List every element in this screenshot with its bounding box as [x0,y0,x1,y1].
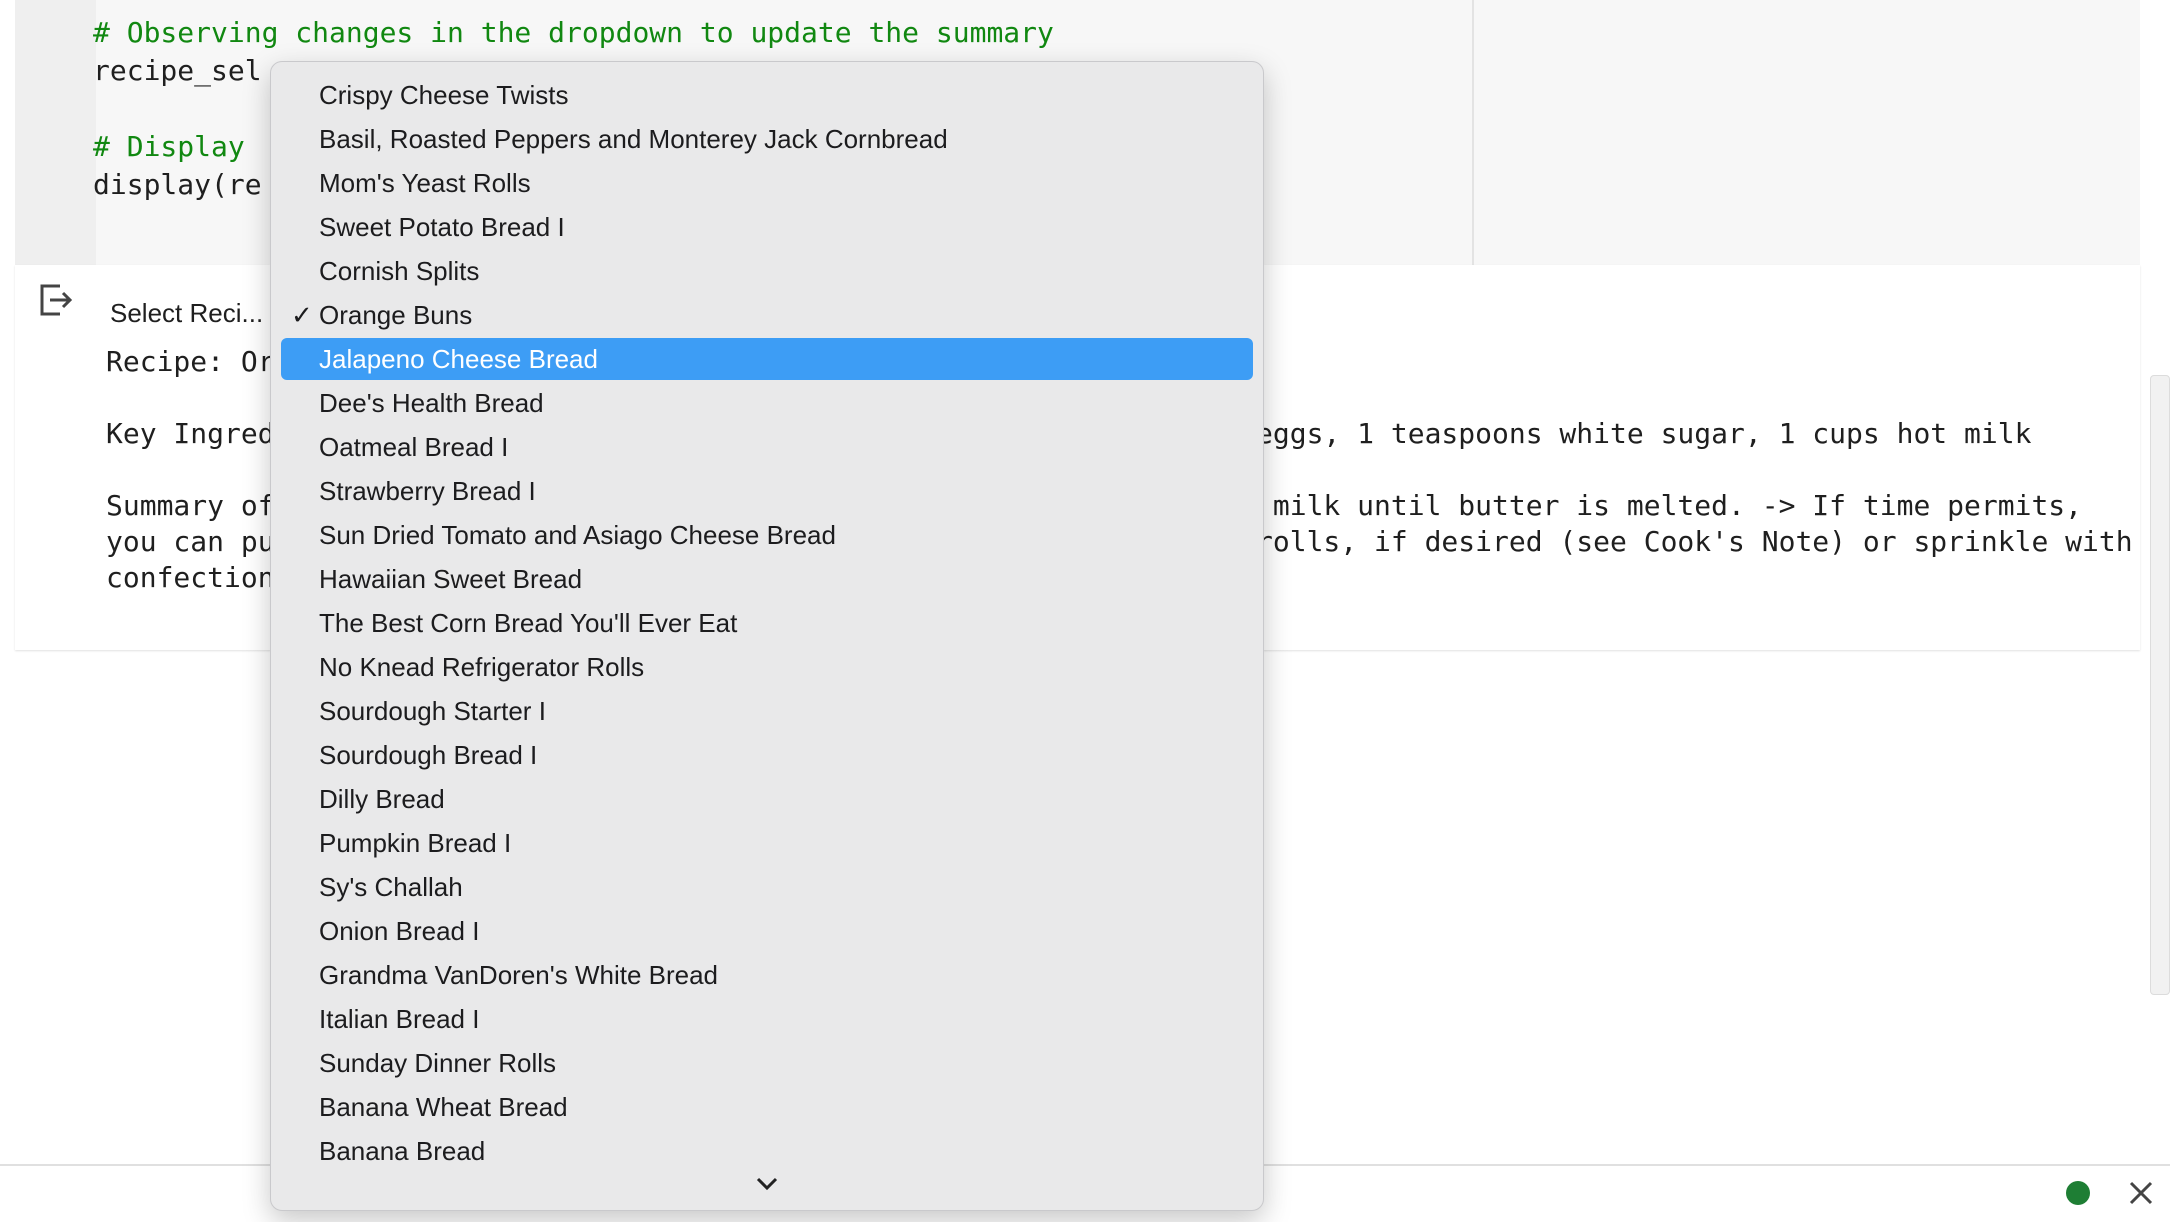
code-display-call: display( [93,168,228,201]
dropdown-option-label: Crispy Cheese Twists [319,80,569,110]
dropdown-option[interactable]: Sweet Potato Bread I [281,206,1253,248]
dropdown-option[interactable]: Banana Wheat Bread [281,1086,1253,1128]
dropdown-option[interactable]: Sunday Dinner Rolls [281,1042,1253,1084]
dropdown-option[interactable]: Italian Bread I [281,998,1253,1040]
dropdown-option-label: Dilly Bread [319,784,445,814]
dropdown-option[interactable]: ✓ Orange Buns [281,294,1253,336]
dropdown-option[interactable]: Grandma VanDoren's White Bread [281,954,1253,996]
output-summary-line3-left: confection [106,561,275,594]
dropdown-option-label: Italian Bread I [319,1004,480,1034]
dropdown-option[interactable]: Basil, Roasted Peppers and Monterey Jack… [281,118,1253,160]
status-dot [2066,1181,2090,1205]
dropdown-option-label: Banana Bread [319,1136,486,1166]
dropdown-option[interactable]: Sy's Challah [281,866,1253,908]
dropdown-option-label: Orange Buns [319,300,473,330]
output-summary-line1-left: Summary of [106,489,275,522]
dropdown-option[interactable]: Mom's Yeast Rolls [281,162,1253,204]
chevron-down-icon[interactable] [753,1174,781,1194]
dropdown-option[interactable]: Hawaiian Sweet Bread [281,558,1253,600]
output-recipe-line: Recipe: Or [106,345,275,378]
dropdown-option-label: The Best Corn Bread You'll Ever Eat [319,608,738,638]
close-icon[interactable] [2126,1178,2156,1208]
dropdown-option-label: Sourdough Starter I [319,696,546,726]
dropdown-option[interactable]: Strawberry Bread I [281,470,1253,512]
dropdown-option-label: Sun Dried Tomato and Asiago Cheese Bread [319,520,836,550]
dropdown-option-label: Pumpkin Bread I [319,828,512,858]
dropdown-option-label: Dee's Health Bread [319,388,544,418]
dropdown-option-label: Mom's Yeast Rolls [319,168,531,198]
dropdown-option[interactable]: Crispy Cheese Twists [281,74,1253,116]
dropdown-option-label: No Knead Refrigerator Rolls [319,652,645,682]
code-comment-display: # Display [93,130,262,163]
dropdown-option[interactable]: Oatmeal Bread I [281,426,1253,468]
dropdown-option[interactable]: No Knead Refrigerator Rolls [281,646,1253,688]
dropdown-option-label: Basil, Roasted Peppers and Monterey Jack… [319,124,948,154]
code-line-display: display(re [93,168,262,201]
output-summary-line2-left: you can pu [106,525,275,558]
code-divider [1472,0,1474,265]
dropdown-option[interactable]: Banana Bread [281,1130,1253,1172]
dropdown-option-label: Cornish Splits [319,256,480,286]
recipe-dropdown-label[interactable]: Select Reci... [110,298,263,329]
dropdown-option[interactable]: Pumpkin Bread I [281,822,1253,864]
dropdown-option-label: Banana Wheat Bread [319,1092,568,1122]
dropdown-option[interactable]: The Best Corn Bread You'll Ever Eat [281,602,1253,644]
dropdown-option-label: Oatmeal Bread I [319,432,509,462]
dropdown-option[interactable]: Onion Bread I [281,910,1253,952]
dropdown-option-label: Jalapeno Cheese Bread [319,344,598,374]
notebook-viewport: # Observing changes in the dropdown to u… [0,0,2170,1222]
output-key-ingredients-right: eggs, 1 teaspoons white sugar, 1 cups ho… [1256,417,2032,450]
dropdown-option-label: Onion Bread I [319,916,480,946]
dropdown-option[interactable]: Dilly Bread [281,778,1253,820]
dropdown-option-highlighted[interactable]: Jalapeno Cheese Bread [281,338,1253,380]
checkmark-icon: ✓ [291,300,313,330]
recipe-dropdown-menu[interactable]: Crispy Cheese Twists Basil, Roasted Peppe… [270,61,1264,1211]
code-line-recipe-selector: recipe_sel [93,54,262,87]
output-summary-line2-right: rolls, if desired (see Cook's Note) or s… [1256,525,2133,558]
dropdown-option-label: Strawberry Bread I [319,476,536,506]
dropdown-option[interactable]: Dee's Health Bread [281,382,1253,424]
code-display-arg: re [227,168,262,201]
dropdown-option[interactable]: Cornish Splits [281,250,1253,292]
output-key-ingredients-left: Key Ingred [106,417,275,450]
dropdown-option-label: Sourdough Bread I [319,740,538,770]
output-exit-icon[interactable] [36,280,76,320]
cell-gutter[interactable] [15,0,96,265]
dropdown-option-label: Sweet Potato Bread I [319,212,565,242]
dropdown-option-label: Sy's Challah [319,872,463,902]
output-summary-line1-right: milk until butter is melted. -> If time … [1256,489,2083,522]
code-comment-observing: # Observing changes in the dropdown to u… [93,16,1054,49]
dropdown-option[interactable]: Sun Dried Tomato and Asiago Cheese Bread [281,514,1253,556]
page-scrollbar[interactable] [2150,375,2170,995]
dropdown-option-label: Grandma VanDoren's White Bread [319,960,719,990]
dropdown-option-label: Sunday Dinner Rolls [319,1048,557,1078]
dropdown-option[interactable]: Sourdough Bread I [281,734,1253,776]
dropdown-option[interactable]: Sourdough Starter I [281,690,1253,732]
dropdown-option-label: Hawaiian Sweet Bread [319,564,583,594]
